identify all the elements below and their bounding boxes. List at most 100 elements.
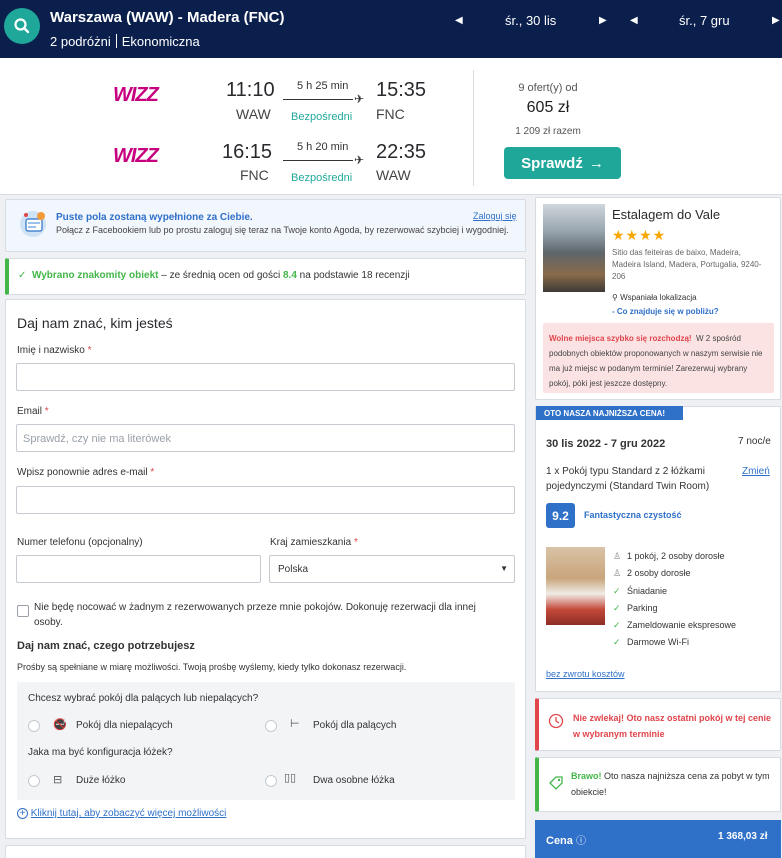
email-confirm-label: Wpisz ponownie adres e-mail * xyxy=(17,467,154,478)
email-label-text: Email xyxy=(17,406,43,417)
check-icon: ✓ xyxy=(613,637,621,647)
non-smoking-radio[interactable] xyxy=(28,720,40,732)
prev-return-date-icon[interactable]: ◀ xyxy=(630,15,638,26)
not-staying-checkbox[interactable] xyxy=(17,605,29,617)
inbound-route-line xyxy=(283,160,353,161)
not-staying-label[interactable]: Nie będę nocować w żadnym z rezerwowanyc… xyxy=(34,600,504,630)
plane-icon: ✈ xyxy=(354,92,365,106)
twin-beds-icon: ▯▯ xyxy=(284,772,297,784)
passengers-count: 2 podróżni xyxy=(50,34,111,49)
outbound-arr-airport: FNC xyxy=(376,106,405,122)
smoking-label[interactable]: Pokój dla palących xyxy=(313,720,396,731)
facebook-banner-text: Połącz z Facebookiem lub po prostu zalog… xyxy=(56,225,509,235)
stay-dates: 30 lis 2022 - 7 gru 2022 xyxy=(546,438,666,450)
prev-depart-date-icon[interactable]: ◀ xyxy=(455,15,463,26)
lowest-price-text: Brawo! Oto nasza najniższa cena za pobyt… xyxy=(571,768,776,800)
check-icon: ✓ xyxy=(613,586,621,596)
star-rating: ★★★★ xyxy=(612,227,667,243)
offers-count: 9 ofert(y) od xyxy=(518,82,578,94)
adults-count: ♙ 2 osoby dorosłe xyxy=(613,568,691,579)
required-mark: * xyxy=(44,406,49,417)
next-depart-date-icon[interactable]: ▶ xyxy=(599,15,607,26)
availability-alert-text: Wolne miejsca szybko się rozchodzą! W 2 … xyxy=(549,331,769,391)
inbound-arr-airport: WAW xyxy=(376,167,411,183)
rooms-guests: ♙ 1 pokój, 2 osoby dorosłe xyxy=(613,551,725,562)
passengers-cabin[interactable]: 2 podróżni Ekonomiczna xyxy=(50,34,200,49)
cabin-class: Ekonomiczna xyxy=(121,34,200,49)
more-options-text: Kliknij tutaj, aby zobaczyć więcej możli… xyxy=(30,808,227,819)
room-photo[interactable] xyxy=(546,547,605,625)
refund-policy-link[interactable]: bez zwrotu kosztów xyxy=(546,669,625,679)
inbound-duration: 5 h 20 min xyxy=(297,141,349,153)
plus-icon: + xyxy=(17,808,28,819)
outbound-dep-time: 11:10 xyxy=(226,79,275,101)
outbound-duration: 5 h 25 min xyxy=(297,80,349,92)
smoking-question: Chcesz wybrać pokój dla palących lub nie… xyxy=(28,693,259,704)
large-bed-radio[interactable] xyxy=(28,775,40,787)
name-label: Imię i nazwisko * xyxy=(17,345,92,356)
twin-beds-radio[interactable] xyxy=(265,775,277,787)
needs-text: Prośby są spełniane w miarę możliwości. … xyxy=(17,662,407,672)
required-mark: * xyxy=(87,345,92,356)
facebook-banner-title: Puste pola zostaną wypełnione za Ciebie. xyxy=(56,212,253,223)
amenity-label: Darmowe Wi-Fi xyxy=(627,637,689,647)
price-label: Cena ⓘ xyxy=(546,832,586,847)
smoking-radio[interactable] xyxy=(265,720,277,732)
info-icon[interactable]: ⓘ xyxy=(576,836,586,847)
hotel-photo[interactable] xyxy=(543,204,605,292)
selected-text-before: – ze średnią ocen od gości xyxy=(158,270,283,281)
wizz-logo: WIZZ xyxy=(113,84,159,106)
alert-strong: Wolne miejsca szybko się rozchodzą! xyxy=(549,334,692,343)
plane-icon: ✈ xyxy=(354,153,365,167)
login-link[interactable]: Zaloguj się xyxy=(473,211,517,221)
tag-icon xyxy=(548,775,564,791)
amenity-label: Śniadanie xyxy=(627,586,668,596)
email-label: Email * xyxy=(17,406,49,417)
lowest-price-badge: OTO NASZA NAJNIŻSZA CENA! xyxy=(536,406,683,420)
non-smoking-label[interactable]: Pokój dla niepalących xyxy=(76,720,173,731)
wizz-logo: WIZZ xyxy=(113,145,159,167)
adults-text: 2 osoby dorosłe xyxy=(627,568,691,578)
amenity-item: ✓ Parking xyxy=(613,603,658,614)
phone-input[interactable] xyxy=(16,555,261,583)
country-select[interactable]: Polska ▼ xyxy=(269,555,515,583)
check-icon: ✓ xyxy=(18,270,27,281)
name-input[interactable] xyxy=(16,363,515,391)
price-value: 1 368,03 zł xyxy=(718,831,768,842)
search-button[interactable] xyxy=(4,8,40,44)
bed-question: Jaka ma być konfiguracja łóżek? xyxy=(28,747,173,758)
divider xyxy=(115,34,117,48)
depart-date[interactable]: śr., 30 lis xyxy=(505,13,556,28)
check-button[interactable]: Sprawdź → xyxy=(504,147,621,179)
email-input[interactable]: Sprawdź, czy nie ma literówek xyxy=(16,424,515,452)
next-section-card xyxy=(5,845,526,858)
next-return-date-icon[interactable]: ▶ xyxy=(772,15,780,26)
location-pin-icon: ⚲ xyxy=(612,293,618,302)
more-options-link[interactable]: + Kliknij tutaj, aby zobaczyć więcej moż… xyxy=(17,808,226,819)
return-date[interactable]: śr., 7 gru xyxy=(679,13,730,28)
guest-score: 8.4 xyxy=(283,270,297,281)
arrow-right-icon: → xyxy=(588,154,604,172)
country-label-text: Kraj zamieszkania xyxy=(270,537,352,548)
nearby-link[interactable]: - Co znajduje się w pobliżu? xyxy=(612,307,719,316)
selected-strong: Wybrano znakomity obiekt xyxy=(31,270,159,281)
selected-text-after: na podstawie 18 recenzji xyxy=(296,270,410,281)
large-bed-label[interactable]: Duże łóżko xyxy=(76,775,125,786)
outbound-route-line xyxy=(283,99,353,100)
email-confirm-input[interactable] xyxy=(16,486,515,514)
room-type: 1 x Pokój typu Standard z 2 łóżkami poje… xyxy=(546,466,710,492)
name-label-text: Imię i nazwisko xyxy=(17,345,85,356)
smoking-icon: ⊢ xyxy=(290,718,300,730)
route-title[interactable]: Warszawa (WAW) - Madera (FNC) xyxy=(50,9,284,26)
amenity-item: ✓ Śniadanie xyxy=(613,586,667,597)
autofill-illustration-icon xyxy=(17,207,49,239)
form-title: Daj nam znać, kim jesteś xyxy=(17,315,173,331)
outbound-arr-time: 15:35 xyxy=(376,79,427,101)
no-smoking-icon: 🚭 xyxy=(53,719,67,731)
amenity-label: Zameldowanie ekspresowe xyxy=(627,620,737,630)
change-room-link[interactable]: Zmień xyxy=(742,466,770,477)
required-mark: * xyxy=(353,537,358,548)
inbound-arr-time: 22:35 xyxy=(376,141,427,163)
twin-beds-label[interactable]: Dwa osobne łóżka xyxy=(313,775,395,786)
check-button-label: Sprawdź xyxy=(521,154,583,172)
